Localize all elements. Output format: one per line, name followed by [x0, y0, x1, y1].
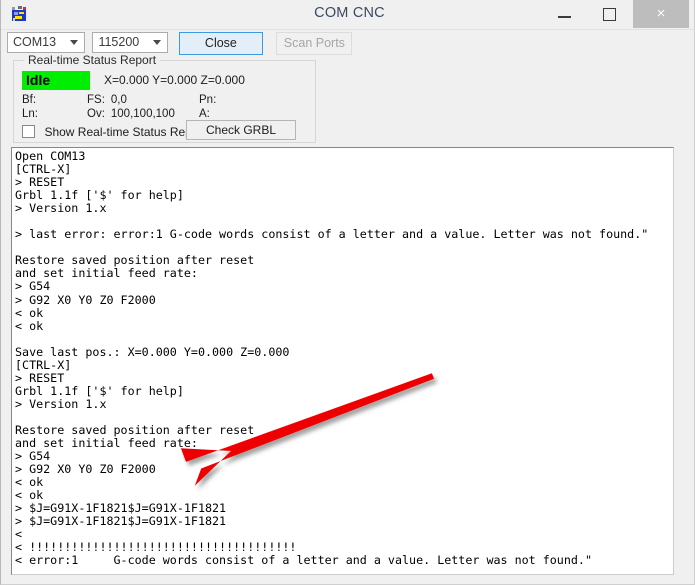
maximize-icon	[603, 8, 616, 22]
check-grbl-button[interactable]: Check GRBL	[186, 120, 296, 140]
show-status-report-checkbox[interactable]	[22, 125, 35, 139]
close-button[interactable]: ×	[633, 0, 689, 28]
console-log-text: Open COM13 [CTRL-X] > RESET Grbl 1.1f ['…	[15, 149, 649, 568]
port-select[interactable]: COM13	[7, 32, 85, 53]
override-value: 100,100,100	[110, 108, 175, 120]
chevron-down-icon	[153, 40, 162, 45]
pin-label: Pn:	[199, 94, 217, 106]
machine-coordinates: X=0.000 Y=0.000 Z=0.000	[104, 73, 245, 87]
chevron-down-icon	[70, 40, 78, 45]
realtime-status-group: Real-time Status Report Idle X=0.000 Y=0…	[13, 53, 316, 143]
baudrate-select-value: 115200	[98, 35, 140, 49]
machine-state-badge: Idle	[22, 71, 90, 90]
show-status-report-checkbox-row[interactable]: Show Real-time Status Report	[22, 123, 206, 141]
title-bar: COM CNC ×	[1, 0, 694, 30]
pin-row: Pn:	[199, 94, 222, 106]
show-status-report-label: Show Real-time Status Report	[44, 124, 206, 139]
port-select-value: COM13	[13, 35, 57, 49]
scan-ports-button: Scan Ports	[276, 32, 353, 55]
override-label: Ov:	[87, 108, 105, 120]
accessory-row: A:	[199, 108, 216, 120]
close-connection-button[interactable]: Close	[178, 32, 263, 55]
line-row: Ln:	[22, 108, 44, 120]
feed-speed-row: FS: 0,0	[87, 94, 127, 106]
override-row: Ov: 100,100,100	[87, 108, 175, 120]
line-label: Ln:	[22, 108, 38, 120]
feed-speed-label: FS:	[87, 94, 105, 106]
baudrate-select[interactable]: 115200	[92, 32, 169, 53]
console-output-panel[interactable]: Open COM13 [CTRL-X] > RESET Grbl 1.1f ['…	[11, 147, 674, 575]
minimize-icon	[558, 15, 571, 18]
feed-speed-value: 0,0	[110, 94, 127, 106]
buffer-row: Bf:	[22, 94, 42, 106]
minimize-button[interactable]	[542, 0, 587, 28]
connection-toolbar: COM13 115200 Close Scan Ports	[7, 32, 357, 55]
buffer-label: Bf:	[22, 94, 37, 106]
status-group-legend: Real-time Status Report	[24, 53, 161, 67]
maximize-button[interactable]	[587, 0, 632, 28]
application-window: COM CNC × COM13 115200 Close Scan Ports …	[0, 0, 695, 585]
accessory-label: A:	[199, 108, 210, 120]
